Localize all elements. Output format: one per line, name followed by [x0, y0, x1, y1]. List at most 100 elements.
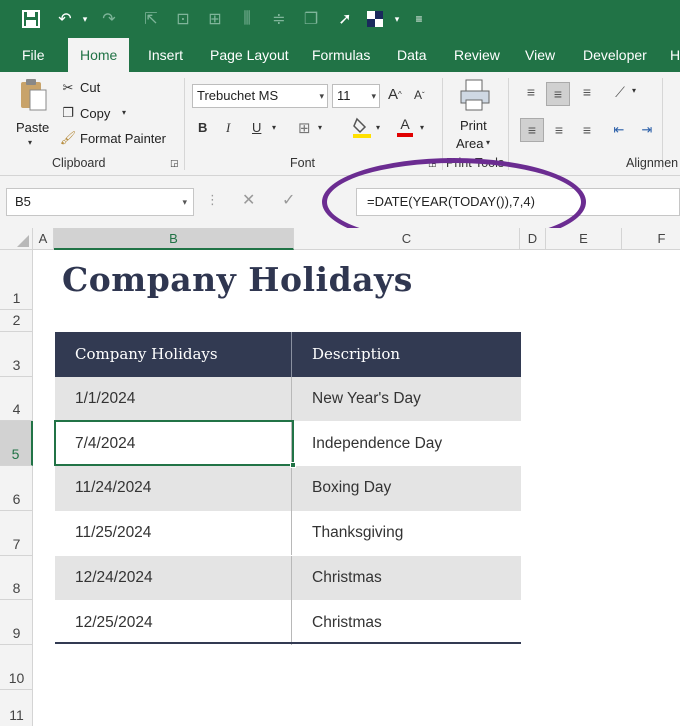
holiday-date-cell[interactable]: 12/24/2024 [55, 555, 292, 601]
increase-font-icon[interactable]: A ^ [388, 86, 402, 103]
paste-dropdown-icon[interactable]: ▾ [28, 138, 32, 147]
row-header-7[interactable]: 7 [0, 511, 33, 556]
borders-dropdown-icon[interactable]: ▾ [318, 123, 322, 132]
table-header-description[interactable]: Description [292, 332, 521, 377]
align-center-icon[interactable]: ≡ [548, 120, 570, 140]
print-area-line1[interactable]: Print [460, 118, 487, 133]
font-color-dropdown-icon[interactable]: ▾ [420, 123, 424, 132]
name-box[interactable]: B5 ▾ [6, 188, 194, 216]
tab-home[interactable]: Home [68, 38, 130, 72]
theme-colors-icon[interactable] [364, 8, 386, 30]
redo-icon[interactable]: ↷ [98, 8, 120, 30]
column-header-e[interactable]: E [546, 228, 622, 250]
tab-insert[interactable]: Insert [148, 38, 183, 72]
increase-indent-icon[interactable]: ⇥ [636, 120, 658, 140]
enter-formula-icon[interactable]: ✓ [282, 190, 295, 210]
column-header-c[interactable]: C [294, 228, 520, 250]
tab-review[interactable]: Review [454, 38, 500, 72]
copy-dropdown-icon[interactable]: ▾ [122, 108, 126, 117]
print-area-line2[interactable]: Area [456, 136, 483, 151]
font-color-icon[interactable]: A [396, 116, 414, 138]
row-header-2[interactable]: 2 [0, 310, 33, 332]
row-header-3[interactable]: 3 [0, 332, 33, 377]
column-header-b[interactable]: B [54, 228, 294, 250]
font-family-select[interactable]: Trebuchet MS ▾ [192, 84, 328, 108]
align-icon[interactable]: ⫼ [236, 8, 258, 30]
copy-button[interactable]: Copy [80, 106, 110, 121]
print-area-icon[interactable] [458, 78, 494, 114]
align-right-icon[interactable]: ≡ [576, 120, 598, 140]
decrease-indent-icon[interactable]: ⇤ [608, 120, 630, 140]
cut-button[interactable]: Cut [80, 80, 100, 95]
paste-icon[interactable] [18, 78, 48, 112]
format-painter-button[interactable]: Format Painter [80, 131, 166, 146]
row-header-6[interactable]: 6 [0, 466, 33, 511]
active-cell-outline[interactable] [54, 420, 294, 466]
fill-color-dropdown-icon[interactable]: ▾ [376, 123, 380, 132]
select-icon[interactable]: ⇱ [140, 8, 162, 30]
holiday-description-cell[interactable]: Independence Day [292, 421, 521, 467]
tab-file[interactable]: File [22, 38, 45, 72]
tab-developer[interactable]: Developer [583, 38, 647, 72]
pointer-icon[interactable]: ➚ [334, 8, 356, 30]
copy-icon[interactable]: ❐ [60, 105, 76, 121]
top-align-icon[interactable]: ≡ [520, 82, 542, 102]
column-header-f[interactable]: F [622, 228, 680, 250]
select-all-corner[interactable] [0, 228, 33, 250]
font-size-select[interactable]: 11 ▾ [332, 84, 380, 108]
row-header-11[interactable]: 11 [0, 690, 33, 726]
holiday-description-cell[interactable]: New Year's Day [292, 376, 521, 422]
row-header-9[interactable]: 9 [0, 600, 33, 645]
group-icon[interactable]: ⊞ [204, 8, 226, 30]
print-area-dropdown-icon[interactable]: ▾ [486, 138, 490, 147]
paste-button[interactable]: Paste [16, 120, 49, 135]
save-icon[interactable] [20, 8, 42, 30]
tab-help[interactable]: H [670, 38, 680, 72]
row-header-4[interactable]: 4 [0, 377, 33, 421]
sheet-title[interactable]: Company Holidays [62, 260, 413, 299]
fill-handle[interactable] [290, 462, 296, 468]
holiday-description-cell[interactable]: Boxing Day [292, 466, 521, 511]
distribute-icon[interactable]: ≑ [268, 8, 290, 30]
middle-align-icon[interactable]: ≡ [546, 82, 570, 106]
holiday-description-cell[interactable]: Thanksgiving [292, 510, 521, 556]
tab-page-layout[interactable]: Page Layout [210, 38, 289, 72]
clipboard-launcher-icon[interactable]: ◲ [170, 158, 179, 169]
bring-forward-icon[interactable]: ❐ [300, 8, 322, 30]
tab-view[interactable]: View [525, 38, 555, 72]
table-header-holidays[interactable]: Company Holidays [55, 332, 292, 377]
row-header-5[interactable]: 5 [0, 421, 33, 466]
orientation-dropdown-icon[interactable]: ▾ [632, 86, 636, 95]
format-painter-icon[interactable]: 🖌 [60, 130, 77, 146]
column-header-a[interactable]: A [33, 228, 54, 250]
cancel-formula-icon[interactable]: ✕ [242, 190, 255, 210]
tab-data[interactable]: Data [397, 38, 427, 72]
fill-color-icon[interactable] [352, 116, 372, 138]
bold-button[interactable]: B [198, 120, 207, 135]
column-header-d[interactable]: D [520, 228, 546, 250]
bottom-align-icon[interactable]: ≡ [576, 82, 598, 102]
undo-icon[interactable]: ↶ [54, 8, 76, 30]
borders-icon[interactable]: ⊞ [298, 119, 311, 137]
customize-qat-icon[interactable]: ≡ [408, 8, 430, 30]
holiday-date-cell[interactable]: 1/1/2024 [55, 376, 292, 422]
row-header-8[interactable]: 8 [0, 556, 33, 600]
scissors-icon[interactable]: ✂ [60, 80, 76, 96]
select-objects-icon[interactable]: ⊡ [172, 8, 194, 30]
tab-formulas[interactable]: Formulas [312, 38, 370, 72]
holiday-description-cell[interactable]: Christmas [292, 600, 521, 645]
underline-dropdown-icon[interactable]: ▾ [272, 123, 276, 132]
orientation-icon[interactable]: ⟋ [610, 82, 630, 102]
decrease-font-icon[interactable]: Aˇ [414, 88, 425, 102]
holiday-date-cell[interactable]: 12/25/2024 [55, 600, 292, 645]
holiday-date-cell[interactable]: 11/24/2024 [55, 466, 292, 511]
theme-dropdown-icon[interactable]: ▾ [386, 8, 408, 30]
align-left-icon[interactable]: ≡ [520, 118, 544, 142]
undo-dropdown-icon[interactable]: ▾ [74, 8, 96, 30]
holiday-date-cell[interactable]: 11/25/2024 [55, 510, 292, 556]
underline-button[interactable]: U [252, 120, 261, 135]
row-header-10[interactable]: 10 [0, 645, 33, 690]
row-header-1[interactable]: 1 [0, 250, 33, 310]
holiday-description-cell[interactable]: Christmas [292, 555, 521, 601]
italic-button[interactable]: I [226, 120, 230, 136]
